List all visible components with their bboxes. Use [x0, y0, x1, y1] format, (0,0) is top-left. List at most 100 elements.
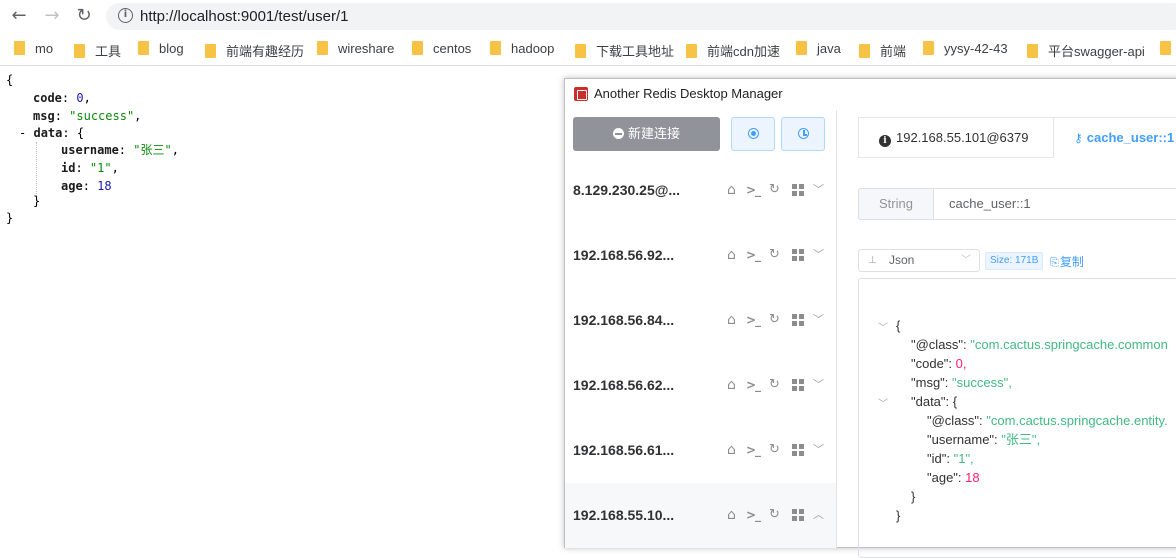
json-open-brace: { — [6, 73, 14, 87]
chevron-down-icon[interactable]: ﹀ — [878, 319, 888, 334]
folder-icon — [1160, 41, 1171, 55]
json-data-close: } — [33, 194, 41, 208]
bookmark-folder[interactable]: centos — [412, 41, 471, 59]
folder-icon — [74, 44, 85, 58]
tab-server-info[interactable]: i 192.168.55.101@6379 — [858, 117, 1054, 158]
refresh-icon[interactable]: ↻ — [769, 377, 780, 393]
refresh-icon[interactable]: ↻ — [769, 442, 780, 458]
chevron-down-icon[interactable]: ﹀ — [813, 247, 824, 263]
jv-age: "age": 18 — [927, 470, 980, 485]
json-line-id: id: "1", — [61, 161, 119, 175]
json-value-viewer[interactable]: ﹀ { "@class": "com.cactus.springcache.co… — [858, 278, 1176, 558]
chevron-down-icon[interactable]: ﹀ — [813, 442, 824, 458]
forward-arrow-icon[interactable]: → — [41, 5, 63, 27]
grid-icon[interactable] — [792, 509, 804, 521]
bookmark-folder[interactable]: blog — [138, 41, 184, 59]
info-icon: i — [879, 135, 891, 147]
connection-item[interactable]: 192.168.56.62... ⌂ >_ ↻ ﹀ — [565, 353, 836, 418]
home-icon[interactable]: ⌂ — [727, 507, 736, 523]
jv-data-class: "@class": "com.cactus.springcache.entity… — [927, 413, 1168, 428]
jv-class: "@class": "com.cactus.springcache.common — [911, 337, 1168, 352]
grid-icon[interactable] — [792, 184, 804, 196]
new-connection-button[interactable]: 新建连接 — [573, 117, 720, 151]
bookmark-folder[interactable]: yysy-42-43 — [923, 41, 1008, 59]
refresh-icon[interactable]: ↻ — [769, 312, 780, 328]
terminal-icon[interactable]: >_ — [746, 247, 761, 263]
window-titlebar[interactable]: Another Redis Desktop Manager — [565, 79, 1176, 110]
bookmark-folder[interactable]: java — [796, 41, 841, 59]
terminal-icon[interactable]: >_ — [746, 507, 761, 523]
jv-close: } — [896, 508, 901, 523]
bookmark-folder[interactable]: 前端有趣经历 — [205, 41, 304, 59]
jv-data-close: } — [911, 489, 916, 504]
bookmark-folder[interactable]: 前端 — [859, 41, 906, 59]
key-type-label: String — [858, 188, 934, 220]
chevron-down-icon: ﹀ — [961, 255, 971, 266]
jv-code: "code": 0, — [911, 356, 967, 371]
bookmark-folder[interactable]: 下载工具地址 — [575, 41, 674, 59]
back-arrow-icon[interactable]: ← — [8, 5, 30, 27]
window-title: Another Redis Desktop Manager — [594, 86, 783, 101]
grid-icon[interactable] — [792, 379, 804, 391]
jv-username: "username": "张三", — [927, 432, 1041, 447]
jv-data: "data": { — [911, 394, 958, 409]
bookmark-folder[interactable]: 工具 — [74, 41, 121, 59]
json-line-data: - data: { — [19, 126, 85, 140]
json-indent-guide — [36, 142, 37, 198]
home-icon[interactable]: ⌂ — [727, 182, 736, 198]
minus-circle-icon — [612, 128, 624, 139]
chevron-up-icon[interactable]: ︿ — [813, 507, 824, 523]
home-icon[interactable]: ⌂ — [727, 442, 736, 458]
home-icon[interactable]: ⌂ — [727, 312, 736, 328]
key-name-input[interactable]: cache_user::1 — [933, 188, 1176, 220]
tab-key[interactable]: ⚷ cache_user::1 — [1053, 117, 1176, 158]
site-info-icon[interactable]: i — [118, 8, 133, 23]
bookmark-folder[interactable]: mo — [14, 41, 53, 59]
jv-msg: "msg": "success", — [911, 375, 1012, 390]
connection-item-active[interactable]: 192.168.55.10... ⌂ >_ ↻ ︿ — [565, 483, 836, 548]
terminal-icon[interactable]: >_ — [746, 377, 761, 393]
folder-icon — [490, 41, 501, 55]
json-line-code: code: 0, — [33, 91, 91, 105]
chevron-down-icon[interactable]: ﹀ — [813, 312, 824, 328]
terminal-icon[interactable]: >_ — [746, 182, 761, 198]
folder-icon — [1027, 44, 1038, 58]
connection-item[interactable]: 192.168.56.92... ⌂ >_ ↻ ﹀ — [565, 223, 836, 288]
url-text[interactable]: http://localhost:9001/test/user/1 — [140, 8, 348, 25]
home-icon[interactable]: ⌂ — [727, 247, 736, 263]
format-select[interactable]: ⊥ Json ﹀ — [858, 249, 980, 272]
terminal-icon[interactable]: >_ — [746, 312, 761, 328]
folder-icon — [923, 41, 934, 55]
browser-toolbar: ← → ↻ i http://localhost:9001/test/user/… — [0, 0, 1176, 33]
chevron-down-icon[interactable]: ﹀ — [813, 182, 824, 198]
bookmark-folder[interactable]: hadoop — [490, 41, 554, 59]
bookmark-folder[interactable]: wireshare — [317, 41, 394, 59]
bookmark-folder-overflow[interactable] — [1160, 41, 1176, 59]
tree-icon: ⊥ — [868, 255, 877, 266]
connections-sidebar: 新建连接 8.129.230.25@... ⌂ >_ ↻ ﹀ 192.168.5… — [565, 110, 837, 550]
connection-item[interactable]: 8.129.230.25@... ⌂ >_ ↻ ﹀ — [565, 158, 836, 223]
refresh-icon[interactable]: ↻ — [769, 182, 780, 198]
chevron-down-icon[interactable]: ﹀ — [878, 395, 888, 410]
reload-icon[interactable]: ↻ — [73, 5, 95, 27]
folder-icon — [575, 44, 586, 58]
grid-icon[interactable] — [792, 249, 804, 261]
connection-item[interactable]: 192.168.56.61... ⌂ >_ ↻ ﹀ — [565, 418, 836, 483]
address-bar[interactable]: i http://localhost:9001/test/user/1 — [106, 3, 1176, 30]
terminal-icon[interactable]: >_ — [746, 442, 761, 458]
bookmark-folder[interactable]: 平台swagger-api — [1027, 41, 1145, 59]
connection-item[interactable]: 192.168.56.84... ⌂ >_ ↻ ﹀ — [565, 288, 836, 353]
chevron-down-icon[interactable]: ﹀ — [813, 377, 824, 393]
grid-icon[interactable] — [792, 314, 804, 326]
copy-button[interactable]: ⎘复制 — [1050, 253, 1084, 270]
history-button[interactable] — [781, 117, 825, 151]
folder-icon — [14, 41, 25, 55]
bookmark-folder[interactable]: 前端cdn加速 — [686, 41, 780, 59]
refresh-icon[interactable]: ↻ — [769, 507, 780, 523]
app-logo-icon — [574, 87, 588, 101]
home-icon[interactable]: ⌂ — [727, 377, 736, 393]
collapse-toggle[interactable]: - — [19, 126, 26, 140]
refresh-icon[interactable]: ↻ — [769, 247, 780, 263]
grid-icon[interactable] — [792, 444, 804, 456]
settings-button[interactable] — [731, 117, 775, 151]
